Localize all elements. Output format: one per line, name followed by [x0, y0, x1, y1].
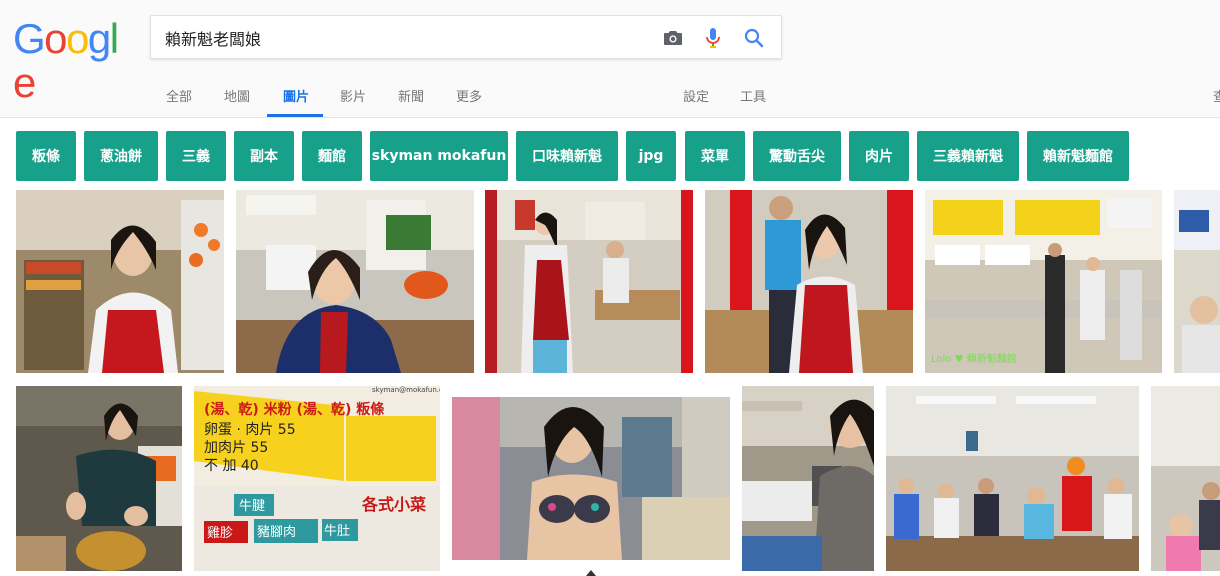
sign-tag: 牛肚: [324, 524, 350, 539]
chip-related-search[interactable]: 三義: [166, 131, 226, 181]
search-icon[interactable]: [742, 26, 766, 50]
image-result[interactable]: [236, 190, 474, 373]
google-logo[interactable]: Google: [13, 15, 133, 105]
logo-letter: o: [66, 15, 89, 62]
photo: [16, 386, 182, 571]
sign-text: (湯、乾) 米粉 (湯、乾) 粄條: [204, 401, 385, 418]
sign-text: 不 加 40: [204, 458, 259, 474]
photo: [452, 397, 730, 560]
chip-related-search[interactable]: 三義賴新魁: [917, 131, 1019, 181]
tab-images[interactable]: 圖片: [283, 86, 309, 105]
photo: [886, 386, 1139, 571]
photo: (湯、乾) 米粉 (湯、乾) 粄條 卵蛋 · 肉片 55 加肉片 55 不 加 …: [194, 386, 440, 571]
chip-related-search[interactable]: 賴新魁麵館: [1027, 131, 1129, 181]
chip-related-search[interactable]: 肉片: [849, 131, 909, 181]
search-box[interactable]: [150, 15, 782, 59]
settings-link[interactable]: 設定: [683, 86, 709, 105]
image-result[interactable]: [485, 190, 693, 373]
image-result[interactable]: (湯、乾) 米粉 (湯、乾) 粄條 卵蛋 · 肉片 55 加肉片 55 不 加 …: [194, 386, 440, 571]
photo: [16, 190, 224, 373]
image-result[interactable]: [1151, 386, 1220, 571]
logo-letter: o: [44, 15, 67, 62]
photo: [485, 190, 693, 373]
photo: [705, 190, 913, 373]
image-result[interactable]: [452, 397, 730, 560]
logo-letter: l: [109, 15, 119, 62]
chip-related-search[interactable]: 副本: [234, 131, 294, 181]
sign-text: 卵蛋 · 肉片 55: [204, 422, 296, 438]
image-result[interactable]: [886, 386, 1139, 571]
sign-tag: 雞胗: [207, 526, 233, 541]
tab-maps[interactable]: 地圖: [224, 86, 250, 105]
photo: [236, 190, 474, 373]
chip-related-search[interactable]: skyman mokafun: [370, 131, 508, 181]
active-tab-indicator: [267, 114, 323, 117]
logo-letter: g: [87, 15, 111, 62]
chip-related-search[interactable]: 驚動舌尖: [753, 131, 841, 181]
photo: [1174, 190, 1220, 373]
tab-videos[interactable]: 影片: [340, 86, 366, 105]
chip-related-search[interactable]: 粄條: [16, 131, 76, 181]
watermark-caption: Lolo ♥ 賴新魁麵館: [931, 352, 1017, 365]
related-searches-bar: 粄條 蔥油餅 三義 副本 麵館 skyman mokafun 口味賴新魁 jpg…: [0, 131, 1220, 181]
image-result[interactable]: Lolo ♥ 賴新魁麵館: [925, 190, 1162, 373]
tools-link[interactable]: 工具: [740, 86, 766, 105]
sign-tag: 牛腱: [239, 499, 265, 514]
photo: Lolo ♥ 賴新魁麵館: [925, 190, 1162, 373]
tab-news[interactable]: 新聞: [398, 86, 424, 105]
sign-text: 加肉片 55: [204, 440, 268, 456]
image-result[interactable]: [705, 190, 913, 373]
expand-arrow-icon[interactable]: [586, 570, 596, 576]
watermark: skyman@mokafun.com: [372, 386, 440, 394]
image-result[interactable]: [16, 190, 224, 373]
chip-related-search[interactable]: 蔥油餅: [84, 131, 158, 181]
tab-more[interactable]: 更多: [456, 86, 482, 105]
safesearch-link[interactable]: 查: [1213, 86, 1220, 105]
chip-related-search[interactable]: jpg: [626, 131, 676, 181]
photo: [1151, 386, 1220, 571]
camera-icon[interactable]: [661, 26, 685, 50]
image-result[interactable]: [16, 386, 182, 571]
sign-tag: 各式小菜: [361, 495, 426, 514]
logo-letter: G: [13, 15, 46, 62]
header: Google 全部 地圖 圖片 影片 新聞 更多 設定 工具 查: [0, 0, 1220, 118]
microphone-icon[interactable]: [701, 26, 725, 50]
tab-all[interactable]: 全部: [166, 86, 192, 105]
search-tabs: 全部 地圖 圖片 影片 新聞 更多 設定 工具 查: [0, 78, 1220, 118]
image-result[interactable]: [1174, 190, 1220, 373]
search-input[interactable]: [165, 26, 645, 50]
chip-related-search[interactable]: 口味賴新魁: [516, 131, 618, 181]
sign-tag: 豬腳肉: [257, 525, 296, 540]
photo: [742, 386, 874, 571]
image-result[interactable]: [742, 386, 874, 571]
chip-related-search[interactable]: 麵館: [302, 131, 362, 181]
chip-related-search[interactable]: 菜單: [685, 131, 745, 181]
